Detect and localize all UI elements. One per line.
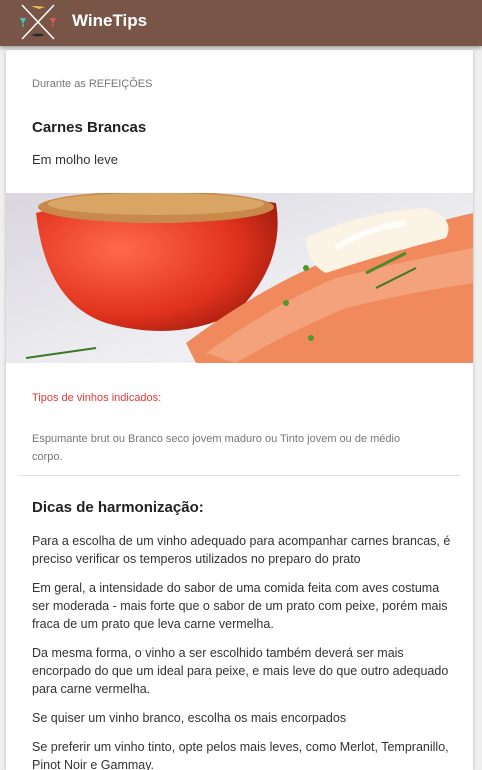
wine-types-text: Espumante brut ou Branco seco jovem madu… <box>32 433 401 463</box>
tips-list: Para a escolha de um vinho adequado para… <box>32 532 452 770</box>
card-title: Carnes Brancas <box>32 119 147 136</box>
recipe-card: Durante as REFEIÇÕES Carnes Brancas Em m… <box>6 50 473 770</box>
app-title: WineTips <box>72 11 148 30</box>
card-subtitle: Em molho leve <box>32 152 118 167</box>
tip-paragraph: Da mesma forma, o vinho a ser escolhido … <box>32 646 449 696</box>
card-subhead: Durante as REFEIÇÕES <box>32 78 153 90</box>
food-photo <box>6 193 473 363</box>
tips-title: Dicas de harmonização: <box>32 499 204 516</box>
tip-paragraph: Em geral, a intensidade do sabor de uma … <box>32 581 448 631</box>
app-bar: WineTips <box>0 0 482 46</box>
wine-types-label: Tipos de vinhos indicados: <box>32 392 162 404</box>
tip-paragraph: Se quiser um vinho branco, escolha os ma… <box>32 711 347 725</box>
tip-paragraph: Se preferir um vinho tinto, opte pelos m… <box>32 740 449 770</box>
tip-paragraph: Para a escolha de um vinho adequado para… <box>32 534 451 566</box>
crossed-wine-glasses-icon[interactable] <box>18 2 58 42</box>
divider <box>19 475 460 476</box>
